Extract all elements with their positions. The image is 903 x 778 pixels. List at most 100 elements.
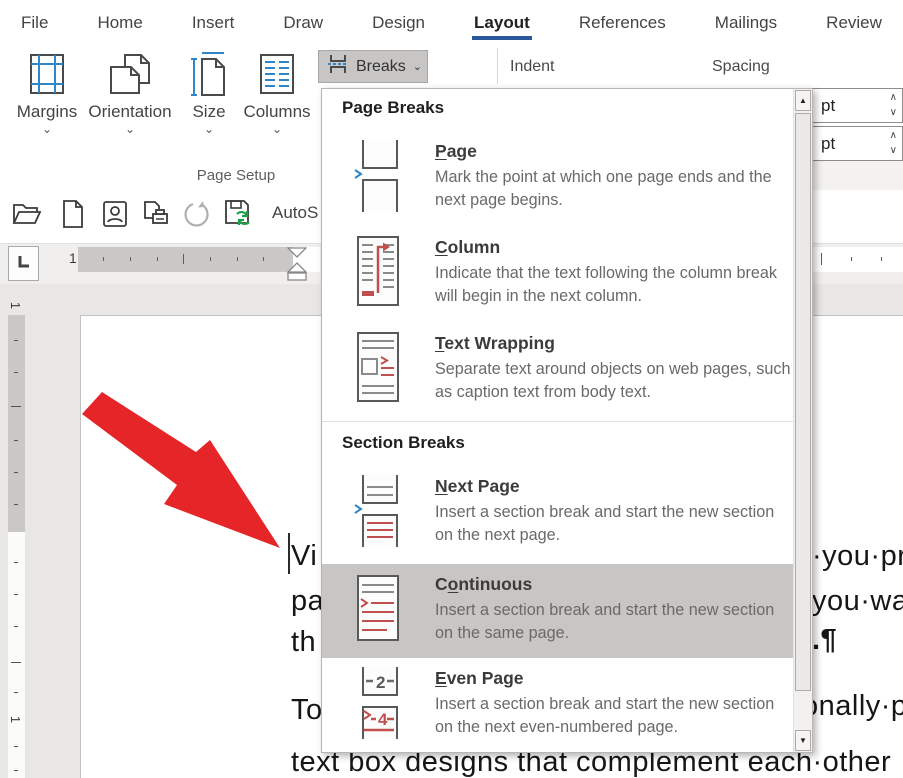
menu-item-even-page[interactable]: 2 4 Even Page Insert a section break and… (322, 666, 795, 744)
tab-selector-button[interactable] (8, 246, 39, 281)
page-setup-group-label: Page Setup (160, 167, 312, 184)
menu-item-desc: Insert a section break and start the new… (435, 501, 791, 547)
group-divider (497, 48, 498, 84)
breaks-menu: Page Breaks Page Mark the point at which… (321, 88, 813, 753)
columns-icon (259, 53, 295, 100)
tab-stop-icon (16, 253, 32, 274)
open-folder-icon (12, 201, 42, 232)
next-page-break-icon (354, 474, 402, 553)
tab-references[interactable]: References (575, 3, 670, 43)
orientation-label: Orientation (84, 102, 176, 122)
menu-scrollbar[interactable]: ▲ ▼ (793, 89, 812, 752)
menu-item-text-wrapping[interactable]: Text Wrapping Separate text around objec… (322, 331, 795, 409)
menu-item-desc: Separate text around objects on web page… (435, 358, 791, 404)
ribbon-tab-bar: File Home Insert Draw Design Layout Refe… (0, 0, 903, 45)
new-document-button[interactable] (56, 197, 90, 235)
chevron-down-icon: ⌄ (14, 122, 80, 136)
page-break-icon (354, 139, 402, 218)
menu-item-continuous[interactable]: Continuous Insert a section break and st… (322, 564, 795, 658)
open-button[interactable] (10, 197, 44, 235)
menu-divider (322, 421, 795, 422)
breaks-label: Breaks (356, 58, 406, 76)
doc-text-line1-right: ·you·pr (812, 540, 903, 573)
ruler-content-band-right (813, 247, 903, 272)
svg-text:2: 2 (376, 673, 385, 692)
doc-text-line2: pa (291, 585, 324, 618)
redo-button[interactable] (180, 197, 214, 235)
doc-text-line3: th (291, 626, 316, 659)
doc-text-line4-right: onally·p (802, 690, 903, 723)
menu-item-desc: Mark the point at which one page ends an… (435, 166, 791, 212)
menu-item-desc: Insert a section break and start the new… (435, 693, 791, 739)
spinner-value: pt (821, 96, 835, 116)
margins-button[interactable]: Margins ⌄ (14, 50, 80, 136)
text-wrapping-icon (354, 331, 402, 410)
menu-item-page[interactable]: Page Mark the point at which one page en… (322, 139, 795, 217)
menu-item-title: Text Wrapping (435, 331, 791, 355)
tab-mailings[interactable]: Mailings (711, 3, 781, 43)
orientation-button[interactable]: Orientation ⌄ (84, 50, 176, 136)
columns-button[interactable]: Columns ⌄ (238, 50, 316, 136)
spinner-down-icon[interactable]: ∨ (890, 105, 897, 120)
print-preview-icon (142, 200, 170, 233)
menu-item-next-page[interactable]: Next Page Insert a section break and sta… (322, 474, 795, 552)
svg-text:4: 4 (378, 710, 388, 729)
menu-item-title: Even Page (435, 666, 791, 690)
word-window: File Home Insert Draw Design Layout Refe… (0, 0, 903, 778)
tab-insert[interactable]: Insert (188, 3, 239, 43)
print-preview-button[interactable] (139, 197, 173, 235)
menu-item-title: Continuous (435, 572, 791, 596)
menu-item-title: Column (435, 235, 791, 259)
scroll-down-button[interactable]: ▼ (795, 730, 811, 751)
vertical-ruler-margin-band (8, 315, 25, 532)
tab-file[interactable]: File (17, 3, 52, 43)
chevron-down-icon: ⌄ (184, 122, 234, 136)
ruler-number: 1 (8, 716, 23, 723)
size-label: Size (184, 102, 234, 122)
circle-arrow-icon (183, 200, 211, 233)
menu-item-desc: Insert a section break and start the new… (435, 599, 791, 645)
column-break-icon (354, 235, 402, 314)
doc-text-line4: To (291, 694, 323, 727)
ruler-number: 1 (8, 302, 23, 309)
menu-item-desc: Indicate that the text following the col… (435, 262, 791, 308)
tab-draw[interactable]: Draw (279, 3, 327, 43)
autosave-label[interactable]: AutoS (272, 203, 318, 223)
margins-icon (29, 53, 65, 100)
vertical-ruler (8, 532, 25, 778)
scroll-up-button[interactable]: ▲ (795, 90, 811, 111)
pilcrow-mark: .¶ (812, 624, 837, 657)
blank-page-icon (61, 199, 85, 234)
continuous-break-icon (354, 572, 402, 651)
spinner-up-icon[interactable]: ∧ (890, 128, 897, 143)
size-button[interactable]: Size ⌄ (184, 50, 234, 136)
menu-item-title: Next Page (435, 474, 791, 498)
tab-review[interactable]: Review (822, 3, 886, 43)
tab-home[interactable]: Home (93, 3, 146, 43)
chevron-down-icon: ⌄ (84, 122, 176, 136)
spinner-value: pt (821, 134, 835, 154)
chevron-down-icon: ⌄ (413, 60, 422, 73)
red-arrow-annotation (80, 390, 290, 565)
contacts-button[interactable] (98, 197, 132, 235)
scrollbar-thumb[interactable] (795, 113, 811, 691)
spinner-up-icon[interactable]: ∧ (890, 90, 897, 105)
indent-label: Indent (510, 58, 554, 76)
menu-item-title: Page (435, 139, 791, 163)
menu-item-column[interactable]: Column Indicate that the text following … (322, 235, 795, 313)
orientation-icon (107, 53, 153, 100)
contact-card-icon (102, 200, 128, 233)
tab-design[interactable]: Design (368, 3, 429, 43)
doc-text-line2-right: you·wa (812, 585, 903, 618)
columns-label: Columns (238, 102, 316, 122)
spinner-down-icon[interactable]: ∨ (890, 143, 897, 158)
save-button[interactable] (222, 197, 256, 235)
breaks-icon (327, 54, 349, 79)
margins-label: Margins (14, 102, 80, 122)
first-line-indent-marker[interactable] (287, 245, 307, 263)
menu-section-header-page-breaks: Page Breaks (342, 97, 795, 119)
breaks-button[interactable]: Breaks ⌄ (318, 50, 428, 83)
tab-layout[interactable]: Layout (470, 3, 534, 43)
even-page-break-icon: 2 4 (354, 666, 402, 745)
save-sync-icon (224, 199, 254, 234)
